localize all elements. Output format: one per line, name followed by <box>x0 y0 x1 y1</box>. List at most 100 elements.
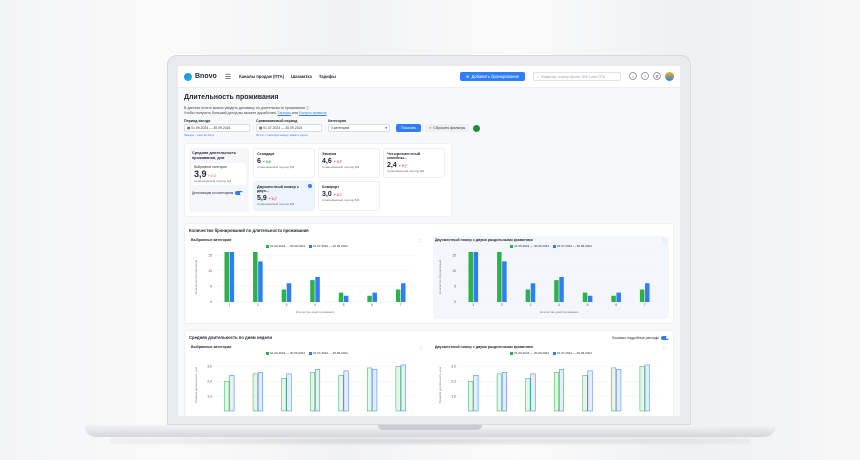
period-value: 01.09.2024 — 30.09.2024 <box>191 126 231 130</box>
compare-label: Сравниваемый период <box>256 119 298 123</box>
chart-right: Двухместный номер с двумя раздельными кр… <box>433 236 669 319</box>
avatar[interactable] <box>665 72 674 81</box>
bonus-rules-link[interactable]: Бонусы правила <box>299 111 326 115</box>
period-field[interactable]: ▦ 01.09.2024 — 30.09.2024 <box>184 124 250 132</box>
bar <box>338 292 344 302</box>
bar <box>400 364 406 412</box>
bar <box>645 283 650 302</box>
bar <box>530 373 536 412</box>
calendar-icon: ▦ <box>259 126 263 130</box>
top-bar: Bnovo ☰ Каналы продаж (ПТА) Шахматка Тар… <box>178 66 680 88</box>
period-sub[interactable]: Заезды · Last 12 days <box>184 133 250 137</box>
bar <box>582 292 588 302</box>
bar <box>554 280 559 302</box>
bar <box>525 378 531 412</box>
x-tick-label: 3 <box>529 303 531 307</box>
bar <box>367 295 372 302</box>
menu-icon[interactable]: ☰ <box>225 73 231 81</box>
expand-icon[interactable]: ⛶ <box>663 238 666 243</box>
reset-filters-button[interactable]: × Сбросить фильтры <box>425 124 470 132</box>
period-filter: Период заезда ▦ 01.09.2024 — 30.09.2024 … <box>184 119 250 137</box>
bar <box>338 375 344 412</box>
bar-chart: 0 5 10 15 Количество бронирований 1 2 3 4 5 6 7 Коли… <box>438 252 659 314</box>
bar <box>372 369 378 412</box>
excel-icon[interactable] <box>473 124 481 132</box>
search-input[interactable]: ⌕ Фамилия, номер брони, ФИО или ОТА <box>533 72 621 81</box>
category-value: 3,0 <box>322 191 332 198</box>
category-card[interactable]: Комфорт 3,0 + 0,7 Сравниваемый период 6,… <box>318 181 380 211</box>
expand-icon[interactable]: ⛶ <box>419 238 422 243</box>
page-title: Длительность проживания <box>184 94 279 101</box>
x-tick-label: 4 <box>558 303 560 307</box>
bar <box>497 252 502 302</box>
category-delta: + 0,7 <box>333 193 342 197</box>
detail-toggle[interactable] <box>235 191 244 196</box>
add-booking-button[interactable]: ⊕ Добавить бронирование <box>459 72 525 81</box>
compare-label: Сравниваемый период <box>257 165 290 169</box>
bar <box>315 277 320 302</box>
bar <box>310 280 315 302</box>
category-card[interactable]: Эконом 4,6 + 0,7 Сравниваемый период 6,0 <box>318 148 380 178</box>
compare-value: 6,0 <box>354 198 360 202</box>
bar <box>395 289 401 302</box>
settings-icon[interactable]: ⚙ <box>653 72 661 80</box>
y-tick-label: 10 <box>208 269 212 273</box>
bar <box>525 289 531 302</box>
category-value: 3 категории <box>331 126 350 130</box>
category-name: Стандарт <box>257 152 275 156</box>
detail-switch-toggle[interactable] <box>661 335 669 340</box>
category-card[interactable]: Двухместный номер с двух... 5,9 + 0,7 Ср… <box>253 181 315 211</box>
expand-icon[interactable]: ⛶ <box>663 345 666 350</box>
nav-item-rates[interactable]: Тарифы <box>319 74 336 79</box>
y-tick-label: 1,0 <box>207 394 212 398</box>
expand-icon[interactable]: ⛶ <box>419 345 422 350</box>
hint-line-2: Чтобы получить больший доход вы можете д… <box>184 111 674 116</box>
compare-sub[interactable]: Итоги с периода назад: нажать здесь <box>256 133 322 137</box>
bar <box>644 364 650 412</box>
category-card[interactable]: Стандарт 6 + 0,6 Сравниваемый период 5,3 <box>253 148 315 178</box>
y-axis-label: Количество бронирований <box>194 259 198 294</box>
selected-value: 3,9 <box>194 169 207 180</box>
y-axis-label: Средняя длительность, дни <box>194 366 198 403</box>
category-delta: + 0,7 <box>333 160 342 164</box>
laptop-shadow <box>110 437 750 445</box>
bar <box>229 375 235 412</box>
category-value: 4,6 <box>322 158 332 165</box>
bookings-by-length-panel: Количество бронирований по длительности … <box>184 223 674 324</box>
logo[interactable]: Bnovo <box>184 72 217 81</box>
bar <box>587 370 593 412</box>
detail-toggle-label: Детализация по категориям <box>192 191 234 196</box>
bar <box>582 375 588 412</box>
x-tick-label: 4 <box>314 303 316 307</box>
x-tick-label: 5 <box>587 303 589 307</box>
show-button[interactable]: Показать <box>396 124 422 132</box>
bar <box>502 261 507 302</box>
x-tick-label: 7 <box>644 303 646 307</box>
bar <box>281 378 287 412</box>
hint-mid: или <box>291 111 299 115</box>
compare-value: 5,3 <box>289 165 295 169</box>
bar <box>367 367 373 412</box>
chart-title: Выбранные категории <box>191 345 232 349</box>
page-content: Длительность проживания В данном отчете … <box>178 88 680 416</box>
bar-chart: 1,0 2,0 3,0 Средняя длительность, дни <box>438 364 659 412</box>
category-select[interactable]: 3 категории ▾ <box>328 124 390 132</box>
bar <box>639 289 645 302</box>
nav-item-channels[interactable]: Каналы продаж (ПТА) <box>239 74 284 79</box>
laptop-screen: Bnovo ☰ Каналы продаж (ПТА) Шахматка Тар… <box>178 66 680 416</box>
rates-link[interactable]: Тарифы <box>277 111 291 115</box>
help-icon[interactable]: ? <box>641 72 649 80</box>
compare-field[interactable]: ▦ 01.07.2024 — 30.09.2024 <box>256 124 322 132</box>
chart-title: Двухместный номер с двумя раздельными кр… <box>435 345 533 349</box>
bar <box>343 295 349 302</box>
category-card[interactable]: Четырехместный семейны... 2,4 + 0,7 Срав… <box>383 148 445 178</box>
bar <box>611 295 616 302</box>
nav-item-chessboard[interactable]: Шахматка <box>291 74 312 79</box>
summary-main: Средняя длительность проживания, дни Выб… <box>189 148 249 212</box>
bar <box>253 252 258 302</box>
compare-label: Сравниваемый период <box>257 202 290 206</box>
bell-icon[interactable]: ♪ <box>629 72 637 80</box>
top-icons: ♪ ? ⚙ <box>629 72 674 81</box>
category-name: Двухместный номер с двух... <box>257 185 299 193</box>
bar <box>286 283 292 302</box>
